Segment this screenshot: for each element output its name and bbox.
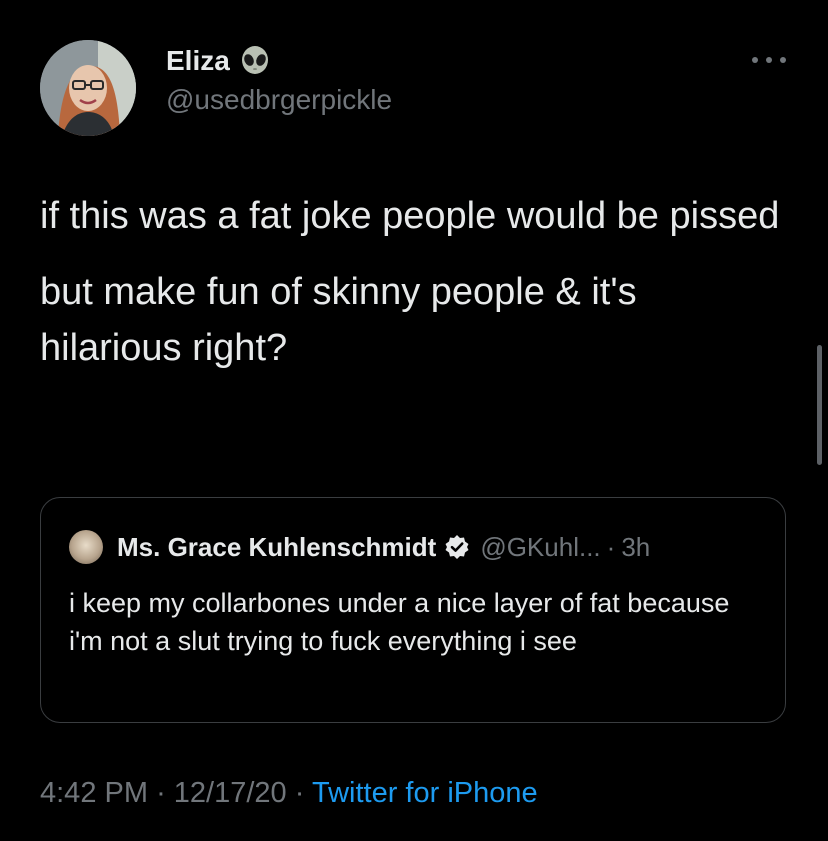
quoted-tweet-time[interactable]: 3h <box>621 530 650 564</box>
more-dot <box>766 57 772 63</box>
author-avatar-image <box>40 40 136 136</box>
more-dot <box>752 57 758 63</box>
more-icon[interactable] <box>752 50 786 70</box>
more-dot <box>780 57 786 63</box>
quoted-author-name[interactable]: Ms. Grace Kuhlenschmidt <box>117 530 436 564</box>
author-name-row[interactable]: Eliza <box>166 44 270 78</box>
tweet-text: if this was a fat joke people would be p… <box>40 188 780 396</box>
tweet-meta: 4:42 PM · 12/17/20 · Twitter for iPhone <box>40 774 538 812</box>
author-handle[interactable]: @usedbrgerpickle <box>166 83 392 117</box>
alien-icon <box>240 46 270 76</box>
tweet-time[interactable]: 4:42 PM <box>40 777 148 809</box>
tweet-paragraph: if this was a fat joke people would be p… <box>40 195 780 237</box>
author-avatar[interactable] <box>40 40 136 136</box>
author-name[interactable]: Eliza <box>166 44 230 78</box>
separator-dot: · <box>156 777 166 809</box>
tweet-source-link[interactable]: Twitter for iPhone <box>312 777 538 809</box>
verified-icon <box>444 534 470 560</box>
quoted-tweet-text: i keep my collarbones under a nice layer… <box>69 588 730 656</box>
scrollbar[interactable] <box>817 345 822 465</box>
quoted-tweet-header: Ms. Grace Kuhlenschmidt @GKuhl... · 3h <box>117 530 650 564</box>
quoted-author-avatar[interactable] <box>69 530 103 564</box>
tweet-date[interactable]: 12/17/20 <box>174 777 287 809</box>
separator-dot: · <box>294 777 305 809</box>
tweet: Eliza @usedbrgerpickle if this was a fat… <box>0 0 828 841</box>
separator-dot: · <box>606 532 616 562</box>
tweet-paragraph: but make fun of skinny people & it's hil… <box>40 271 637 369</box>
quoted-author-handle[interactable]: @GKuhl... <box>480 530 600 564</box>
quoted-tweet-card[interactable]: Ms. Grace Kuhlenschmidt @GKuhl... · 3h i… <box>40 497 786 723</box>
